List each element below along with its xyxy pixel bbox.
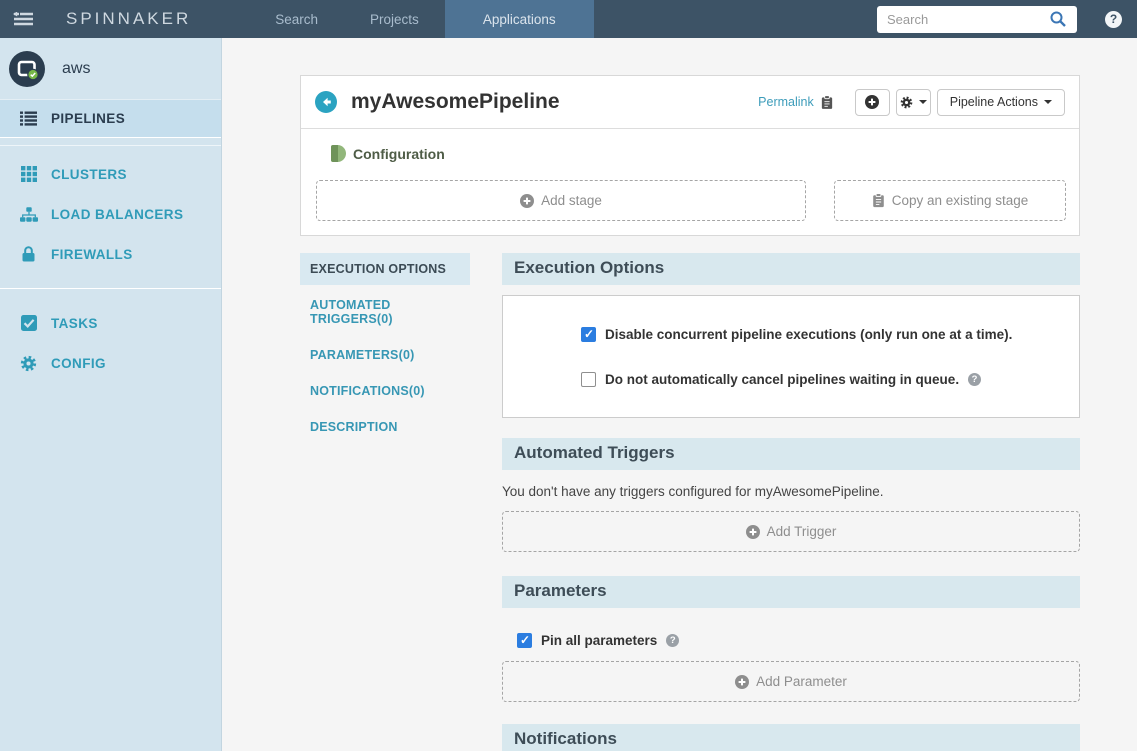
- nav-tab-search[interactable]: Search: [249, 0, 344, 38]
- gear-icon: [900, 96, 913, 109]
- add-parameter-button[interactable]: Add Parameter: [502, 661, 1080, 702]
- automated-triggers-section: Automated Triggers You don't have any tr…: [502, 438, 1080, 552]
- checkbox-label: Do not automatically cancel pipelines wa…: [605, 372, 960, 387]
- pipeline-config-card: myAwesomePipeline Permalink Pipeline Act…: [300, 75, 1080, 236]
- search-icon: [1049, 10, 1073, 28]
- pipeline-settings-button[interactable]: [895, 88, 931, 116]
- sidebar-item-tasks[interactable]: TASKS: [0, 303, 221, 343]
- sidebar-item-config[interactable]: CONFIG: [0, 343, 221, 383]
- gear-icon: [19, 355, 38, 372]
- notifications-section: Notifications: [502, 724, 1080, 751]
- nav-tab-projects[interactable]: Projects: [344, 0, 445, 38]
- execution-options-panel: Disable concurrent pipeline executions (…: [502, 295, 1080, 418]
- add-stage-button[interactable]: Add stage: [316, 180, 806, 221]
- clipboard-icon: [821, 94, 833, 110]
- collapse-sidebar-button[interactable]: [0, 0, 46, 38]
- application-icon: [8, 50, 46, 88]
- parameters-section: Parameters Pin all parameters ? Add Para…: [502, 576, 1080, 702]
- sidebar-item-label: FIREWALLS: [51, 246, 133, 262]
- copy-existing-stage-button[interactable]: Copy an existing stage: [834, 180, 1066, 221]
- pipeline-title: myAwesomePipeline: [351, 90, 560, 113]
- plus-circle-icon: [735, 674, 750, 689]
- copy-icon: [872, 193, 885, 208]
- section-title: Automated Triggers: [502, 438, 1080, 470]
- nav-automated-triggers[interactable]: AUTOMATED TRIGGERS(0): [300, 289, 470, 335]
- sidebar-item-clusters[interactable]: CLUSTERS: [0, 154, 221, 194]
- app-name: aws: [62, 59, 91, 77]
- checkbox-label: Pin all parameters: [541, 633, 658, 648]
- help-icon[interactable]: ?: [666, 634, 680, 647]
- execution-options-section: Execution Options Disable concurrent pip…: [502, 253, 1080, 418]
- triggers-empty-text: You don't have any triggers configured f…: [502, 484, 884, 499]
- add-trigger-label: Add Trigger: [766, 524, 837, 539]
- chevron-down-icon: [918, 100, 927, 104]
- main-content: myAwesomePipeline Permalink Pipeline Act…: [222, 38, 1137, 751]
- add-trigger-button[interactable]: Add Trigger: [502, 511, 1080, 552]
- permalink-link[interactable]: Permalink: [758, 94, 833, 110]
- copy-stage-label: Copy an existing stage: [891, 193, 1029, 208]
- pipeline-actions-label: Pipeline Actions: [949, 95, 1038, 109]
- section-title: Execution Options: [502, 253, 1080, 285]
- sitemap-icon: [19, 206, 38, 222]
- stage-buttons-row: Add stage Copy an existing stage: [316, 180, 1066, 221]
- grid-icon: [19, 166, 38, 182]
- permalink-label: Permalink: [758, 95, 814, 109]
- lock-icon: [19, 246, 38, 262]
- sidebar-item-pipelines[interactable]: PIPELINES: [0, 100, 221, 138]
- configuration-tab-label: Configuration: [353, 145, 445, 162]
- plus-circle-icon: [865, 95, 880, 109]
- sidebar-item-load-balancers[interactable]: LOAD BALANCERS: [0, 194, 221, 234]
- sidebar-item-label: CONFIG: [51, 355, 106, 371]
- add-parameter-label: Add Parameter: [756, 674, 847, 689]
- nav-parameters[interactable]: PARAMETERS(0): [300, 339, 470, 371]
- spinnaker-logo[interactable]: SPINNAKER: [66, 9, 191, 29]
- configuration-tab[interactable]: Configuration: [331, 145, 445, 162]
- configuration-stage-icon: [331, 145, 346, 162]
- plus-circle-icon: [745, 524, 760, 539]
- back-arrow-icon: [315, 91, 341, 113]
- sidebar-divider: [0, 288, 221, 289]
- app-sidebar: aws PIPELINES CLUSTERS LOAD BALANCERS FI…: [0, 38, 222, 751]
- help-icon[interactable]: ?: [1105, 10, 1122, 28]
- pin-all-parameters-checkbox[interactable]: [517, 633, 532, 648]
- check-square-icon: [19, 315, 38, 331]
- config-section-nav: EXECUTION OPTIONS AUTOMATED TRIGGERS(0) …: [300, 253, 470, 751]
- config-layout: EXECUTION OPTIONS AUTOMATED TRIGGERS(0) …: [300, 253, 1080, 751]
- back-button[interactable]: [315, 91, 341, 113]
- app-header[interactable]: aws: [0, 38, 221, 100]
- sidebar-item-label: LOAD BALANCERS: [51, 206, 184, 222]
- section-title: Notifications: [502, 724, 1080, 751]
- add-stage-label: Add stage: [541, 193, 602, 208]
- nav-execution-options[interactable]: EXECUTION OPTIONS: [300, 253, 470, 285]
- nav-notifications[interactable]: NOTIFICATIONS(0): [300, 375, 470, 407]
- checkbox-label: Disable concurrent pipeline executions (…: [605, 327, 1013, 342]
- pin-all-parameters-row[interactable]: Pin all parameters ?: [517, 633, 1080, 648]
- create-pipeline-button[interactable]: [854, 88, 890, 116]
- disable-concurrent-checkbox-row[interactable]: Disable concurrent pipeline executions (…: [581, 327, 1059, 342]
- sidebar-item-label: PIPELINES: [51, 111, 126, 126]
- disable-concurrent-checkbox[interactable]: [581, 327, 596, 342]
- help-icon[interactable]: ?: [968, 373, 982, 386]
- pipeline-card-header: myAwesomePipeline Permalink Pipeline Act…: [301, 76, 1079, 129]
- global-search: [877, 5, 1077, 33]
- list-icon: [19, 111, 38, 126]
- pipeline-actions-button[interactable]: Pipeline Actions: [936, 88, 1065, 116]
- sidebar-item-firewalls[interactable]: FIREWALLS: [0, 234, 221, 274]
- config-sections: Execution Options Disable concurrent pip…: [502, 253, 1080, 751]
- top-navbar: SPINNAKER Search Projects Applications ?: [0, 0, 1137, 38]
- pipeline-card-body: Configuration Add stage Copy an existing…: [301, 129, 1079, 235]
- nav-description[interactable]: DESCRIPTION: [300, 411, 470, 443]
- no-auto-cancel-checkbox[interactable]: [581, 372, 596, 387]
- sidebar-spacer: [0, 138, 221, 146]
- search-button[interactable]: [1049, 9, 1073, 30]
- sidebar-item-label: TASKS: [51, 315, 98, 331]
- nav-tab-applications[interactable]: Applications: [444, 0, 594, 38]
- chevron-down-icon: [1044, 100, 1052, 104]
- search-input[interactable]: [877, 5, 1077, 33]
- plus-circle-icon: [520, 193, 535, 208]
- section-title: Parameters: [502, 576, 1080, 608]
- no-auto-cancel-checkbox-row[interactable]: Do not automatically cancel pipelines wa…: [581, 372, 1059, 387]
- sidebar-item-label: CLUSTERS: [51, 166, 127, 182]
- collapse-arrow-icon: [12, 12, 34, 26]
